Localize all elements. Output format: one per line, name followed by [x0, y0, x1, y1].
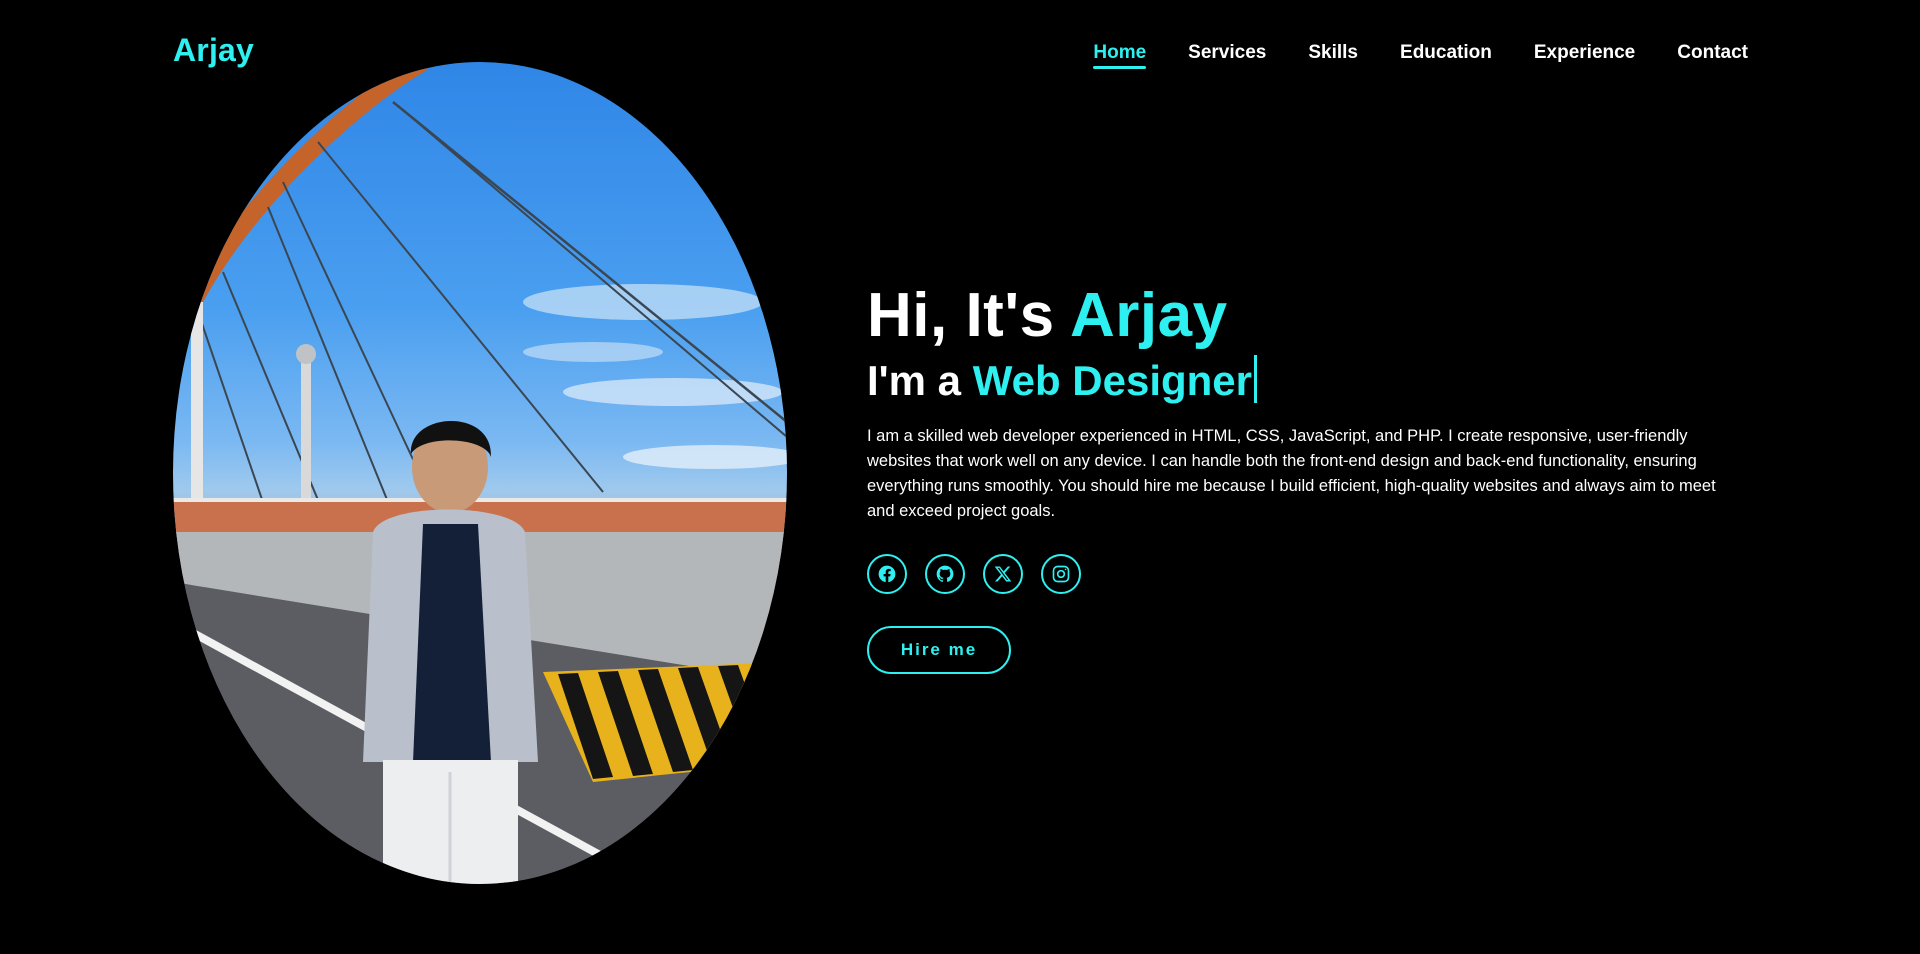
greeting-prefix: Hi, It's	[867, 281, 1055, 350]
hero-section: Hi, It's Arjay I'm a Web Designer I am a…	[867, 280, 1747, 674]
instagram-link[interactable]	[1041, 554, 1081, 594]
greeting-name: Arjay	[1070, 281, 1228, 350]
role-value: Web Designer	[972, 357, 1252, 404]
github-icon	[936, 565, 954, 582]
hero-greeting: Hi, It's Arjay	[867, 280, 1747, 352]
instagram-icon	[1052, 565, 1070, 583]
typing-cursor	[1254, 355, 1257, 403]
hero-description: I am a skilled web developer experienced…	[867, 427, 1716, 520]
facebook-icon	[878, 565, 896, 583]
nav-home[interactable]: Home	[1093, 42, 1146, 69]
facebook-link[interactable]	[867, 554, 907, 594]
nav-services[interactable]: Services	[1188, 42, 1266, 68]
profile-photo-illustration	[173, 62, 787, 884]
github-link[interactable]	[925, 554, 965, 594]
x-icon	[994, 566, 1012, 582]
nav-skills[interactable]: Skills	[1308, 42, 1358, 68]
nav-experience[interactable]: Experience	[1534, 42, 1635, 68]
x-link[interactable]	[983, 554, 1023, 594]
social-links	[867, 554, 1747, 594]
nav-contact[interactable]: Contact	[1677, 42, 1748, 68]
profile-photo	[173, 62, 787, 884]
hero-role: I'm a Web Designer	[867, 352, 1747, 410]
hire-me-button[interactable]: Hire me	[867, 626, 1011, 674]
main-nav: Home Services Skills Education Experienc…	[1093, 42, 1748, 69]
nav-education[interactable]: Education	[1400, 42, 1492, 68]
portfolio-page: Arjay Home Services Skills Education Exp…	[0, 0, 1920, 954]
role-prefix: I'm a	[867, 357, 962, 404]
